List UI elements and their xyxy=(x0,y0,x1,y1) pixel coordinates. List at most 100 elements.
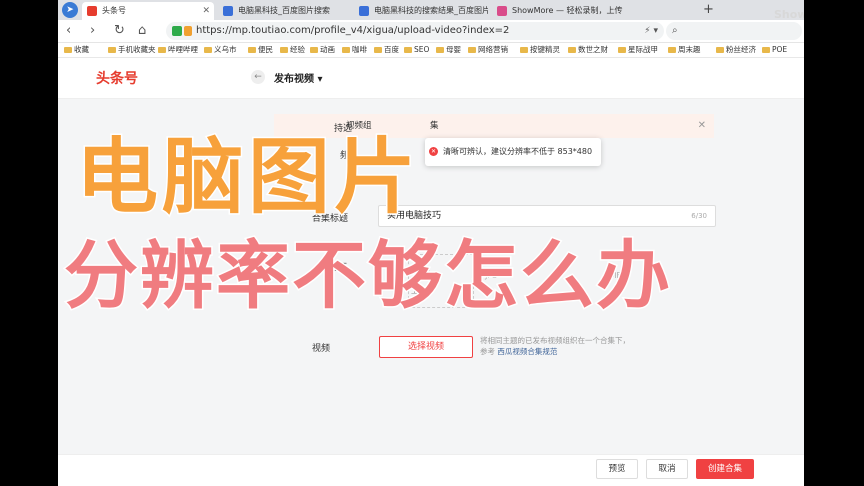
address-bar: ‹ › ↻ ⌂ https://mp.toutiao.com/profile_v… xyxy=(58,20,804,43)
resolution-tooltip: ✕ 清晰可辨认，建议分辨率不低于 853*480 xyxy=(425,138,601,166)
folder-icon xyxy=(618,47,626,53)
url-field[interactable]: https://mp.toutiao.com/profile_v4/xigua/… xyxy=(166,22,664,40)
bookmark-item[interactable]: 周末趣 xyxy=(668,43,701,57)
select-video-button[interactable]: 选择视频 xyxy=(379,336,473,358)
bookmark-label: 网络营销 xyxy=(478,45,508,54)
overlay-caption-line-2: 分辨率不够怎么办 xyxy=(63,232,672,321)
bookmark-item[interactable]: 动画 xyxy=(310,43,335,57)
tab-showmore[interactable]: ShowMore — 轻松录制，上传 xyxy=(492,2,638,20)
folder-icon xyxy=(520,47,528,53)
toutiao-icon xyxy=(87,6,97,16)
tab-label: 电脑黑科技的搜索结果_百度图片 xyxy=(374,6,488,15)
bookmark-label: 义乌市 xyxy=(214,45,237,54)
footer-bar: 预览 取消 创建合集 xyxy=(58,454,804,486)
tooltip-text: 清晰可辨认，建议分辨率不低于 853*480 xyxy=(443,147,593,156)
folder-icon xyxy=(762,47,770,53)
bookmark-label: 动画 xyxy=(320,45,335,54)
bookmark-item[interactable]: 便民 xyxy=(248,43,273,57)
folder-icon xyxy=(668,47,676,53)
hint-line-1: 将相同主题的已发布视频组织在一个合集下， xyxy=(480,336,630,345)
browser-search-input[interactable]: ⌕ xyxy=(666,22,802,40)
bookmark-item[interactable]: 义乌市 xyxy=(204,43,237,57)
forward-icon[interactable]: › xyxy=(90,22,95,40)
back-arrow-icon[interactable]: ← xyxy=(251,70,265,84)
new-tab-button[interactable]: + xyxy=(703,2,714,17)
bookmark-item[interactable]: 数世之财 xyxy=(568,43,608,57)
lightning-icon[interactable]: ⚡ ▾ xyxy=(644,22,658,40)
create-collection-button[interactable]: 创建合集 xyxy=(696,459,754,479)
bookmark-label: 手机收藏夹 xyxy=(118,45,156,54)
bookmark-label: 收藏 xyxy=(74,45,89,54)
back-icon[interactable]: ‹ xyxy=(66,22,71,40)
close-icon[interactable]: ✕ xyxy=(202,2,210,20)
reload-icon[interactable]: ↻ xyxy=(114,22,125,40)
tab-bar: ➤ 头条号 ✕ 电脑黑科技_百度图片搜索 电脑黑科技的搜索结果_百度图片 Sho… xyxy=(58,0,804,20)
showmore-icon xyxy=(497,6,507,16)
cancel-button[interactable]: 取消 xyxy=(646,459,688,479)
folder-icon xyxy=(716,47,724,53)
title-count: 6/30 xyxy=(691,212,707,220)
close-icon[interactable]: ✕ xyxy=(698,114,706,138)
tab-label: 头条号 xyxy=(102,6,126,15)
bookmark-item[interactable]: 母婴 xyxy=(436,43,461,57)
bookmark-item[interactable]: 收藏 xyxy=(64,43,89,57)
guideline-link[interactable]: 西瓜视频合集规范 xyxy=(497,347,557,356)
tab-baidu-image[interactable]: 电脑黑科技_百度图片搜索 xyxy=(218,2,350,20)
bookmark-item[interactable]: 咖啡 xyxy=(342,43,367,57)
bookmark-item[interactable]: 经验 xyxy=(280,43,305,57)
folder-icon xyxy=(404,47,412,53)
baidu-icon xyxy=(223,6,233,16)
video-label: 视频 xyxy=(312,344,331,354)
home-icon[interactable]: ⌂ xyxy=(138,22,146,40)
baidu-icon xyxy=(359,6,369,16)
logo[interactable]: 头条号 xyxy=(96,68,138,88)
browser-logo-icon[interactable]: ➤ xyxy=(62,2,78,18)
tab-label: 电脑黑科技_百度图片搜索 xyxy=(238,6,330,15)
bookmark-label: 母婴 xyxy=(446,45,461,54)
folder-icon xyxy=(64,47,72,53)
top-nav: 头条号 ← 发布视频 ▾ xyxy=(58,58,804,99)
folder-icon xyxy=(204,47,212,53)
bookmark-label: 数世之财 xyxy=(578,45,608,54)
bookmark-label: 哔哩哔哩 xyxy=(168,45,198,54)
warning-text-2: 集 xyxy=(430,121,439,131)
watermark: ShowMore xyxy=(774,8,804,21)
search-icon: ⌕ xyxy=(672,25,678,36)
bookmark-item[interactable]: 粉丝经济 xyxy=(716,43,756,57)
bookmark-item[interactable]: 网络营销 xyxy=(468,43,508,57)
folder-icon xyxy=(248,47,256,53)
tab-toutiao[interactable]: 头条号 ✕ xyxy=(82,2,214,20)
page-title[interactable]: 发布视频 ▾ xyxy=(274,70,323,85)
bookmark-label: 百度 xyxy=(384,45,399,54)
bookmark-item[interactable]: SEO xyxy=(404,43,429,57)
url-text[interactable]: https://mp.toutiao.com/profile_v4/xigua/… xyxy=(196,22,509,40)
bookmark-item[interactable]: 星际战甲 xyxy=(618,43,658,57)
bookmark-label: 粉丝经济 xyxy=(726,45,756,54)
tab-label: ShowMore — 轻松录制，上传 xyxy=(512,6,623,15)
bookmark-label: 经验 xyxy=(290,45,305,54)
bookmark-label: 星际战甲 xyxy=(628,45,658,54)
bookmark-item[interactable]: 按键精灵 xyxy=(520,43,560,57)
bookmark-label: SEO xyxy=(414,45,430,54)
video-hint: 将相同主题的已发布视频组织在一个合集下， 参考 西瓜视频合集规范 xyxy=(480,335,630,357)
folder-icon xyxy=(342,47,350,53)
site-icon xyxy=(184,26,192,36)
folder-icon xyxy=(374,47,382,53)
bookmarks-bar: 收藏 手机收藏夹 哔哩哔哩 义乌市 便民 经验 动画 咖啡 百度 SEO 母婴 网络营销 按键精灵 数世之… xyxy=(58,43,804,58)
tab-baidu-results[interactable]: 电脑黑科技的搜索结果_百度图片 xyxy=(354,2,488,20)
folder-icon xyxy=(158,47,166,53)
preview-button[interactable]: 预览 xyxy=(596,459,638,479)
folder-icon xyxy=(108,47,116,53)
bookmark-item[interactable]: POE xyxy=(762,43,787,57)
bookmark-label: 周末趣 xyxy=(678,45,701,54)
bookmark-item[interactable]: 手机收藏夹 xyxy=(108,43,156,57)
bookmark-label: 咖啡 xyxy=(352,45,367,54)
hint-line-2: 参考 西瓜视频合集规范 xyxy=(480,346,630,357)
hint-prefix: 参考 xyxy=(480,347,495,356)
folder-icon xyxy=(280,47,288,53)
bookmark-label: 便民 xyxy=(258,45,273,54)
bookmark-label: 按键精灵 xyxy=(530,45,560,54)
folder-icon xyxy=(436,47,444,53)
bookmark-item[interactable]: 百度 xyxy=(374,43,399,57)
bookmark-item[interactable]: 哔哩哔哩 xyxy=(158,43,198,57)
